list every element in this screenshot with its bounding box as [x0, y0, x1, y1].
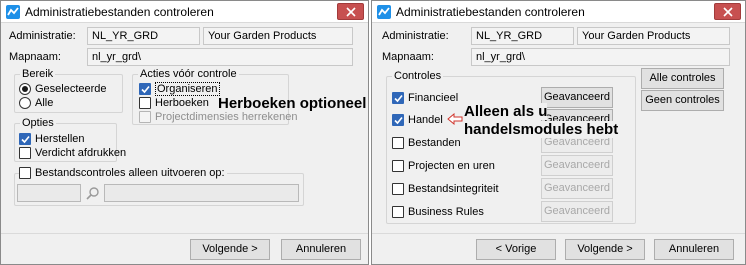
- checkbox-label: Bestandscontroles alleen uitvoeren op:: [35, 167, 225, 179]
- checkbox-herboeken[interactable]: Herboeken: [139, 96, 209, 110]
- checkbox-label: Projectdimensies herrekenen: [155, 111, 298, 123]
- checkbox[interactable]: [19, 133, 31, 145]
- checkbox[interactable]: [139, 97, 151, 109]
- checkbox[interactable]: [392, 183, 404, 195]
- administratie-code-field: NL_YR_GRD: [87, 27, 200, 45]
- checkbox-bestandscontroles[interactable]: Bestandscontroles alleen uitvoeren op:: [19, 166, 227, 180]
- annotation-herboeken: Herboeken optioneel: [218, 95, 367, 112]
- checkbox-financieel[interactable]: Financieel: [392, 91, 458, 105]
- checkbox-label: Verdicht afdrukken: [35, 147, 127, 159]
- next-button[interactable]: Volgende >: [565, 239, 645, 260]
- annotation-arrow-icon: [447, 113, 463, 125]
- acties-legend: Acties vóór controle: [138, 68, 239, 80]
- checkbox-organiseren[interactable]: Organiseren: [139, 82, 220, 96]
- checkbox[interactable]: [19, 147, 31, 159]
- checkbox-projecten-en-uren[interactable]: Projecten en uren: [392, 159, 495, 173]
- bereik-legend: Bereik: [20, 68, 56, 80]
- checkbox-projectdimensies: Projectdimensies herrekenen: [139, 110, 297, 124]
- checkbox[interactable]: [392, 137, 404, 149]
- next-button[interactable]: Volgende >: [190, 239, 270, 260]
- checkbox[interactable]: [392, 206, 404, 218]
- app-icon: [6, 5, 20, 19]
- title-bar: Administratiebestanden controleren: [372, 1, 745, 23]
- checkbox-label: Projecten en uren: [408, 160, 495, 172]
- annotation-line-1: Alleen als u: [464, 103, 548, 120]
- radio-alle[interactable]: Alle: [19, 96, 53, 110]
- window-title: Administratiebestanden controleren: [396, 5, 585, 19]
- controles-legend: Controles: [392, 70, 444, 82]
- radio-label: Alle: [35, 97, 54, 109]
- back-button[interactable]: < Vorige: [476, 239, 556, 260]
- geavanceerd-business-rules-button: Geavanceerd: [541, 201, 613, 222]
- administratie-label: Administratie:: [382, 30, 449, 42]
- checkbox-verdicht-afdrukken[interactable]: Verdicht afdrukken: [19, 146, 126, 160]
- bestandscontroles-description: [104, 184, 299, 202]
- mapnaam-label: Mapnaam:: [9, 51, 61, 63]
- app-icon: [377, 5, 391, 19]
- opties-group: Opties Herstellen Verdicht afdrukken: [14, 117, 126, 162]
- check-icon: [141, 85, 150, 94]
- checkbox-label: Herstellen: [35, 133, 85, 145]
- checkbox-herstellen[interactable]: Herstellen: [19, 132, 85, 146]
- controles-group: Controles Financieel Geavanceerd Handel …: [386, 70, 636, 224]
- close-button[interactable]: [714, 3, 741, 20]
- checkbox-bestanden[interactable]: Bestanden: [392, 136, 461, 150]
- checkbox[interactable]: [19, 167, 31, 179]
- geavanceerd-bestandsintegriteit-button: Geavanceerd: [541, 178, 613, 199]
- administratie-name-field: Your Garden Products: [203, 27, 353, 45]
- checkbox: [139, 111, 151, 123]
- checkbox-label: Financieel: [408, 92, 459, 104]
- mapnaam-field: nl_yr_grd\: [471, 48, 730, 66]
- title-bar: Administratiebestanden controleren: [1, 1, 368, 23]
- checkbox-label: Organiseren: [155, 82, 220, 96]
- annotation-line-2: handelsmodules hebt: [464, 121, 619, 138]
- check-icon: [21, 135, 30, 144]
- window-title: Administratiebestanden controleren: [25, 5, 214, 19]
- checkbox[interactable]: [392, 114, 404, 126]
- search-icon: [86, 187, 99, 200]
- mapnaam-field: nl_yr_grd\: [87, 48, 353, 66]
- radio-button[interactable]: [19, 83, 31, 95]
- checkbox[interactable]: [139, 83, 151, 95]
- radio-geselecteerde[interactable]: Geselecteerde: [19, 82, 107, 96]
- close-icon: [723, 7, 733, 17]
- geavanceerd-projecten-button: Geavanceerd: [541, 155, 613, 176]
- checkbox-bestandsintegriteit[interactable]: Bestandsintegriteit: [392, 182, 499, 196]
- no-controls-button[interactable]: Geen controles: [641, 90, 724, 111]
- dialog-check-files-2: Administratiebestanden controleren Admin…: [371, 0, 746, 265]
- checkbox-label: Business Rules: [408, 206, 484, 218]
- cancel-button[interactable]: Annuleren: [281, 239, 361, 260]
- checkbox-label: Bestandsintegriteit: [408, 183, 499, 195]
- administratie-name-field: Your Garden Products: [577, 27, 730, 45]
- radio-label: Geselecteerde: [35, 83, 107, 95]
- bestandscontroles-group: Bestandscontroles alleen uitvoeren op:: [14, 166, 304, 206]
- check-icon: [394, 94, 403, 103]
- checkbox[interactable]: [392, 92, 404, 104]
- close-button[interactable]: [337, 3, 364, 20]
- checkbox[interactable]: [392, 160, 404, 172]
- checkbox-label: Handel: [408, 114, 443, 126]
- close-icon: [346, 7, 356, 17]
- opties-legend: Opties: [20, 117, 56, 129]
- radio-button[interactable]: [19, 97, 31, 109]
- checkbox-label: Herboeken: [155, 97, 209, 109]
- administratie-code-field: NL_YR_GRD: [471, 27, 574, 45]
- bereik-group: Bereik Geselecteerde Alle: [14, 68, 123, 113]
- cancel-button[interactable]: Annuleren: [654, 239, 734, 260]
- check-icon: [394, 116, 403, 125]
- checkbox-business-rules[interactable]: Business Rules: [392, 205, 484, 219]
- bestandscontroles-input: [17, 184, 81, 202]
- administratie-label: Administratie:: [9, 30, 76, 42]
- all-controls-button[interactable]: Alle controles: [641, 68, 724, 89]
- geavanceerd-financieel-button[interactable]: Geavanceerd: [541, 87, 613, 108]
- checkbox-handel[interactable]: Handel: [392, 113, 443, 127]
- mapnaam-label: Mapnaam:: [382, 51, 434, 63]
- checkbox-label: Bestanden: [408, 137, 461, 149]
- dialog-check-files-1: Administratiebestanden controleren Admin…: [0, 0, 369, 265]
